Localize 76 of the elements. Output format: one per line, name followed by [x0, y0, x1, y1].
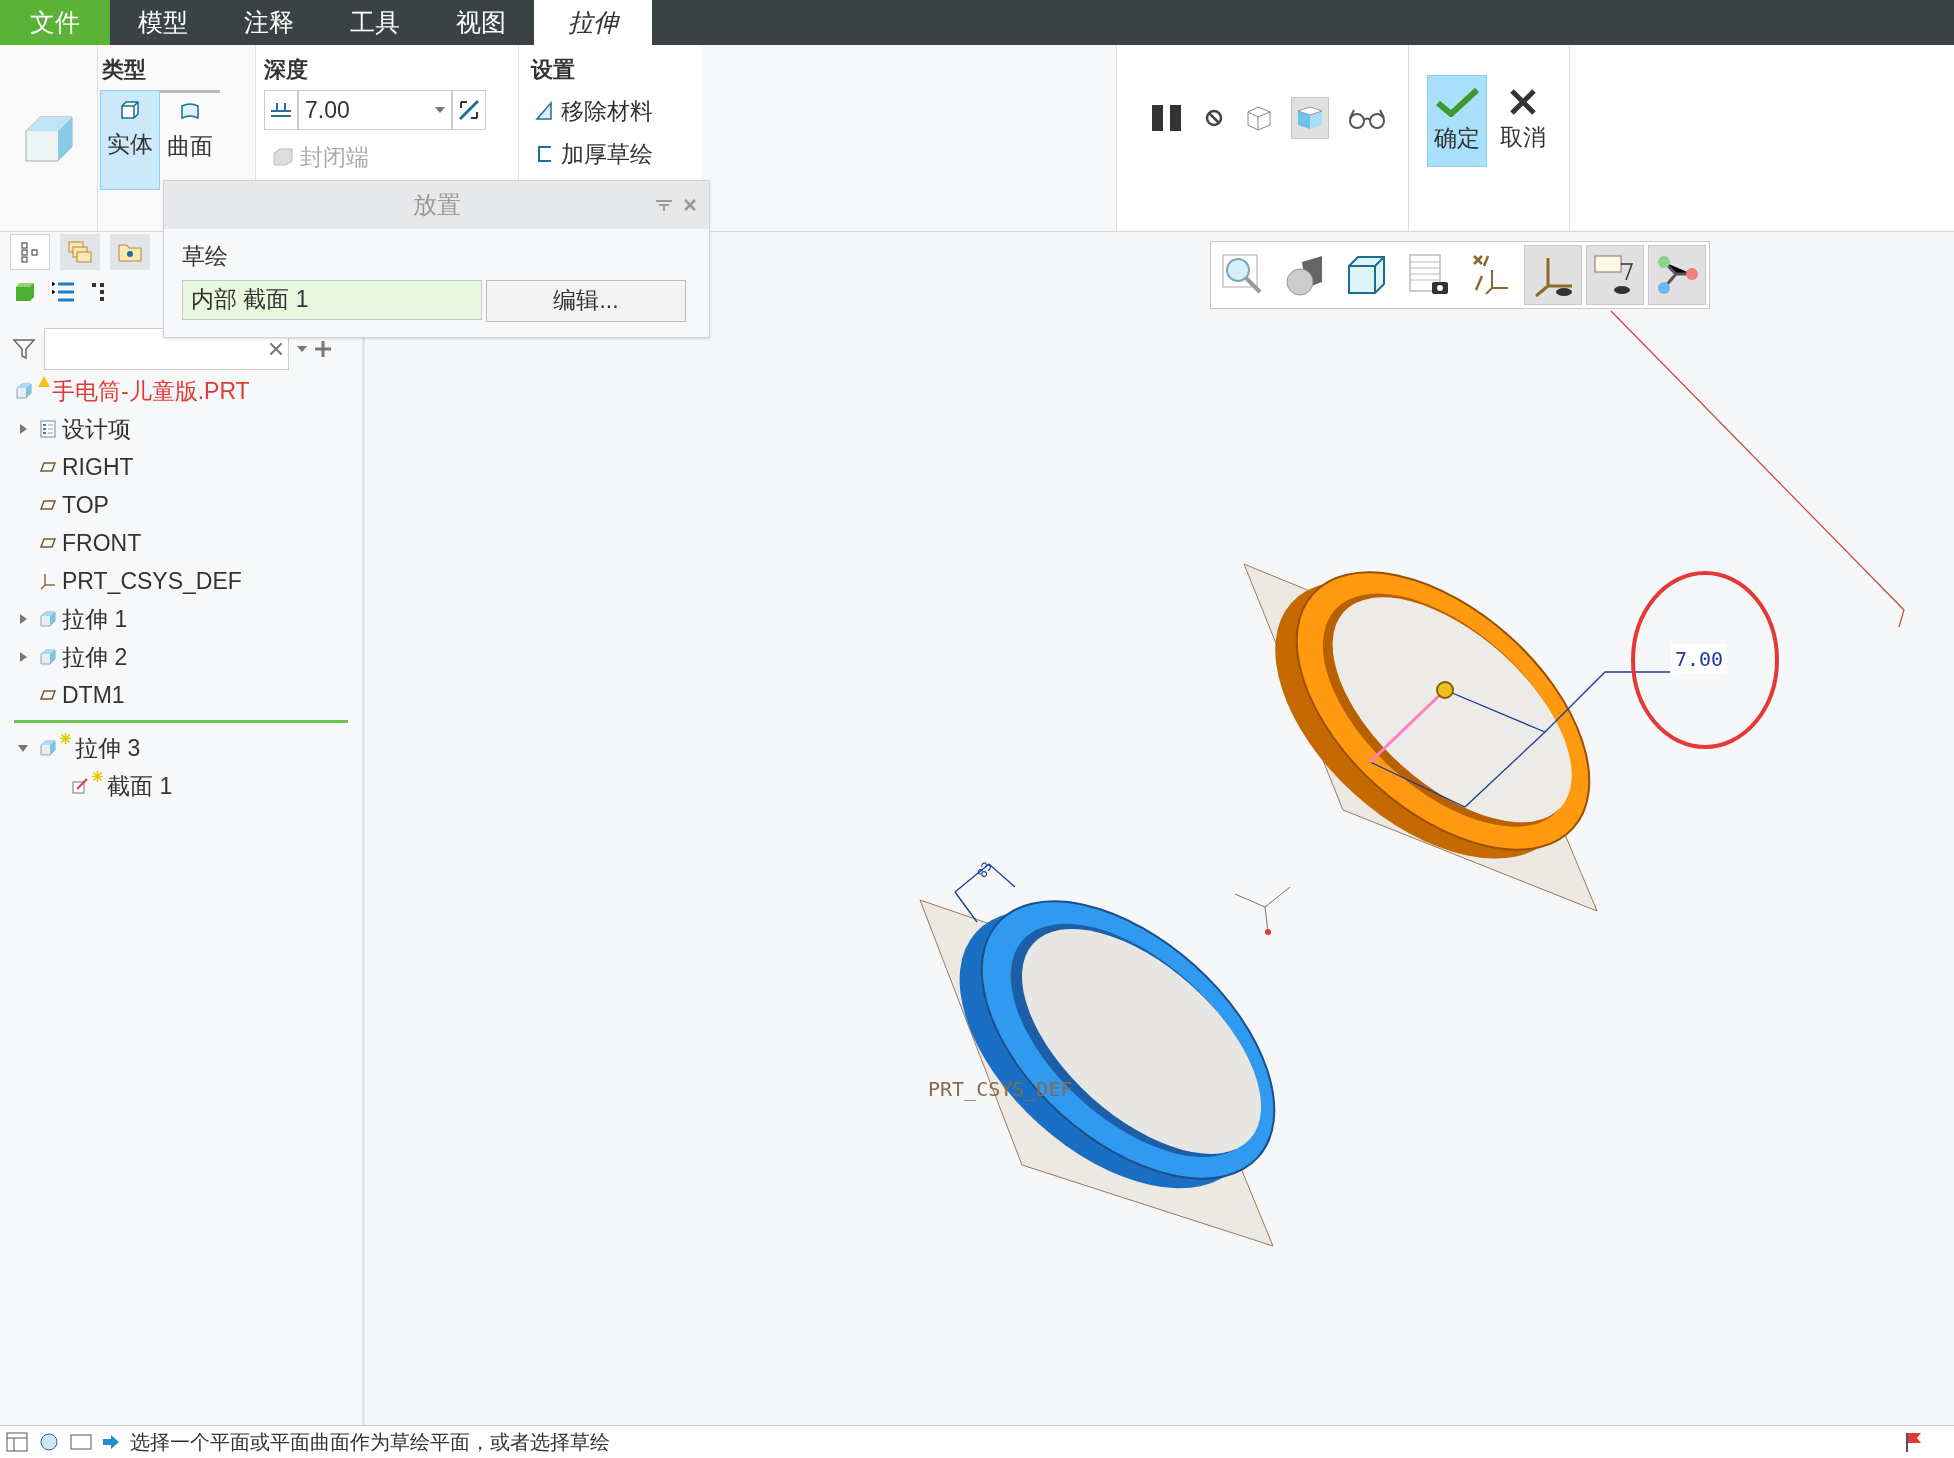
- pin-icon: [655, 198, 673, 212]
- flip-direction-button[interactable]: [452, 90, 486, 130]
- flag-icon: [1904, 1431, 1924, 1453]
- menu-tab[interactable]: 拉伸: [534, 0, 652, 45]
- cancel-button[interactable]: 取消: [1493, 75, 1553, 167]
- status-message: 选择一个平面或平面曲面作为草绘平面，或者选择草绘: [130, 1430, 610, 1455]
- cap-ends-icon: [272, 147, 294, 168]
- dropdown-icon: [297, 346, 307, 352]
- edit-button[interactable]: 编辑...: [486, 279, 686, 322]
- tree-item[interactable]: 拉伸 3: [75, 730, 141, 766]
- tree-item[interactable]: DTM1: [62, 677, 125, 713]
- filter-icon: [12, 337, 36, 361]
- field-label: 草绘: [182, 242, 229, 271]
- menu-tab[interactable]: 视图: [428, 0, 534, 45]
- depth-field[interactable]: 7.00: [298, 90, 452, 130]
- extrude-icon: [38, 609, 58, 629]
- panel-icon: [70, 1432, 92, 1452]
- tree-item[interactable]: 截面 1: [107, 768, 173, 804]
- expand-arrow-icon[interactable]: [18, 424, 28, 434]
- tree-item[interactable]: TOP: [62, 487, 109, 523]
- prohibited-icon: [1204, 108, 1224, 128]
- menu-tab[interactable]: 模型: [110, 0, 216, 45]
- tree-root-item[interactable]: 手电筒-儿童版.PRT: [52, 373, 250, 409]
- tree-item[interactable]: 设计项: [62, 411, 131, 447]
- settings-option[interactable]: 移除材料: [561, 94, 653, 129]
- panel-title: 放置: [412, 190, 461, 220]
- tree-item[interactable]: 拉伸 2: [62, 639, 128, 675]
- close-icon: [1509, 87, 1537, 116]
- tree-item[interactable]: RIGHT: [62, 449, 134, 485]
- expand-arrow-icon[interactable]: [18, 652, 28, 662]
- close-icon: [683, 198, 697, 212]
- dropdown-icon: [435, 107, 445, 113]
- group-title: 设置: [531, 56, 576, 84]
- layers-icon: [67, 240, 93, 264]
- sketch-field[interactable]: 内部 截面 1: [182, 279, 482, 320]
- tree-item[interactable]: FRONT: [62, 525, 142, 561]
- cube-icon: [14, 281, 36, 303]
- add-icon: [315, 341, 331, 357]
- csys-icon: [38, 571, 58, 591]
- list-icon: [38, 419, 58, 439]
- clear-icon: [270, 343, 282, 355]
- view-tool-button[interactable]: [1586, 245, 1644, 305]
- extrude-icon: [38, 647, 58, 667]
- menu-tab[interactable]: 注释: [216, 0, 322, 45]
- settings-option[interactable]: 加厚草绘: [561, 136, 653, 171]
- arrow-icon: [102, 1434, 120, 1450]
- expand-arrow-icon[interactable]: [18, 614, 28, 624]
- tree-item[interactable]: PRT_CSYS_DEF: [62, 563, 242, 599]
- group-title: 类型: [102, 56, 147, 84]
- window-layout-icon: [6, 1432, 28, 1452]
- dimension-label: 7.00: [1671, 644, 1728, 674]
- panel-tab[interactable]: [110, 234, 150, 270]
- extrude-icon: [38, 738, 58, 758]
- sketch-icon: [70, 776, 90, 796]
- group-title: 深度: [264, 56, 309, 84]
- list-icon: [50, 280, 76, 304]
- extrude-feature-icon: [23, 113, 74, 163]
- confirm-button[interactable]: 确定: [1427, 75, 1487, 167]
- type-option[interactable]: 实体: [100, 90, 160, 190]
- remove-material-icon: [535, 101, 555, 122]
- panel-tab[interactable]: [10, 234, 50, 270]
- check-icon: [1435, 86, 1479, 117]
- box-icon: [119, 99, 141, 121]
- part-icon: [14, 381, 34, 401]
- menu-tab[interactable]: 工具: [322, 0, 428, 45]
- flip-arrows-icon: [457, 98, 481, 122]
- collapse-arrow-icon[interactable]: [18, 743, 28, 753]
- pause-icon: [1150, 103, 1184, 133]
- globe-icon: [38, 1432, 60, 1452]
- dimension-label: 83: [973, 858, 996, 882]
- view-tool-button[interactable]: [1524, 245, 1582, 305]
- tree-icon: [20, 241, 40, 263]
- view-tool-button[interactable]: [1648, 245, 1706, 305]
- folder-icon: [117, 241, 143, 263]
- depth-type-button[interactable]: [264, 90, 298, 130]
- tree-item[interactable]: 拉伸 1: [62, 601, 128, 637]
